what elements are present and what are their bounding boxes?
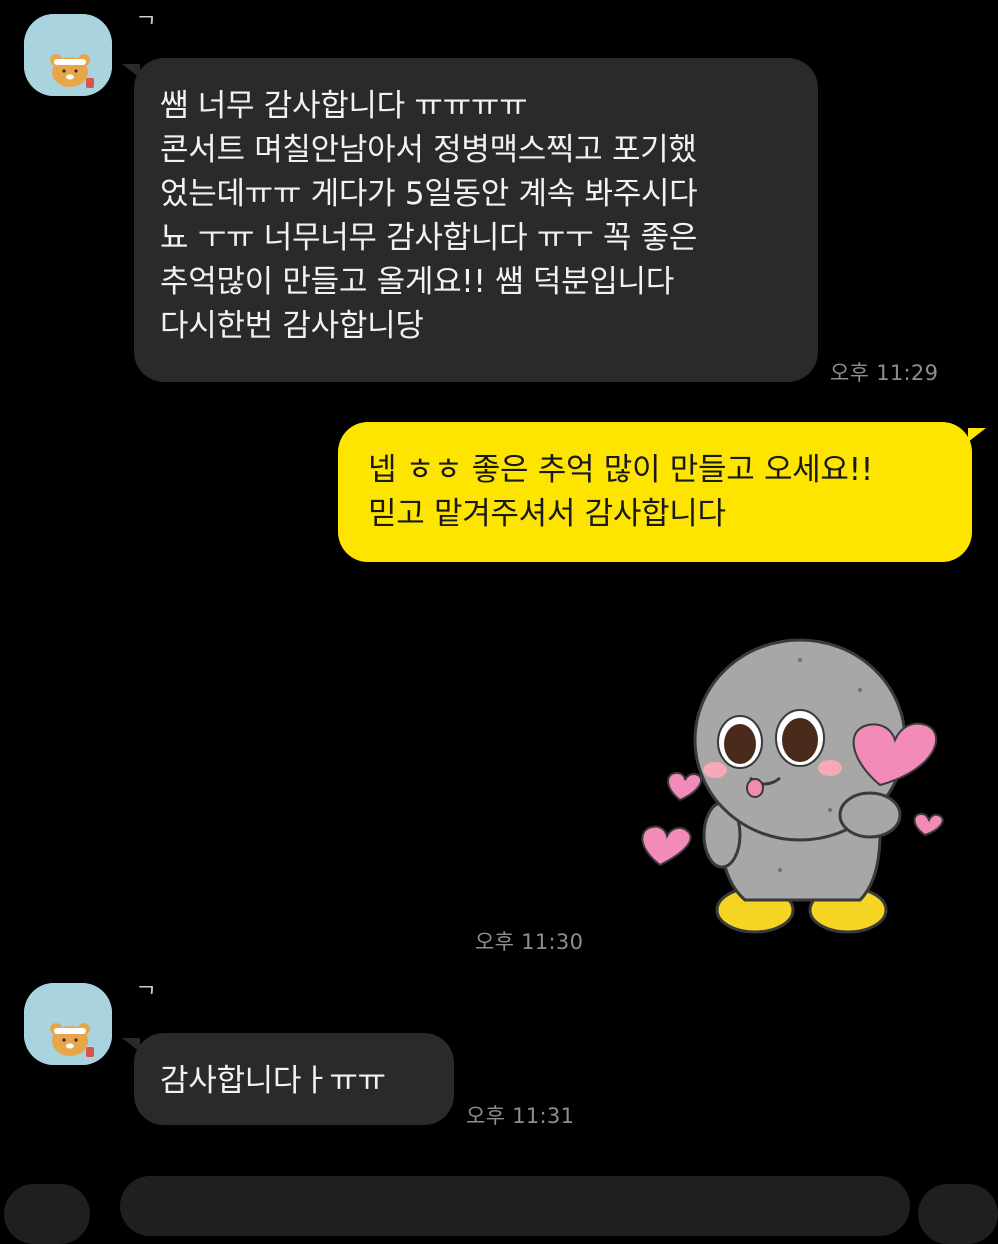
ryan-character-avatar-icon: [24, 14, 112, 96]
message-timestamp: 오후 11:31: [466, 1104, 575, 1128]
outgoing-message-bubble[interactable]: 넵 ㅎㅎ 좋은 추억 많이 만들고 오세요!! 믿고 맡겨주셔서 감사합니다: [338, 422, 972, 562]
bubble-tail: [968, 428, 986, 442]
incoming-message-bubble[interactable]: 감사합니다ㅏㅠㅠ: [134, 1033, 454, 1125]
sender-name: ᄀ: [136, 984, 157, 1009]
incoming-message-bubble[interactable]: 쌤 너무 감사합니다 ㅠㅠㅠㅠ 콘서트 며칠안남아서 정병맥스찍고 포기했 었는…: [134, 58, 818, 382]
ryan-character-avatar-icon: [24, 983, 112, 1065]
message-timestamp: 오후 11:29: [830, 361, 939, 385]
send-button[interactable]: [918, 1184, 998, 1244]
message-timestamp: 오후 11:30: [475, 930, 584, 954]
gray-doll-heart-sticker[interactable]: [630, 630, 950, 945]
add-attachment-button[interactable]: [4, 1184, 90, 1244]
message-input[interactable]: [120, 1176, 910, 1236]
sticker-icon: [641, 638, 944, 934]
avatar[interactable]: [24, 983, 112, 1065]
avatar[interactable]: [24, 14, 112, 96]
sender-name: ᄀ: [136, 14, 157, 39]
